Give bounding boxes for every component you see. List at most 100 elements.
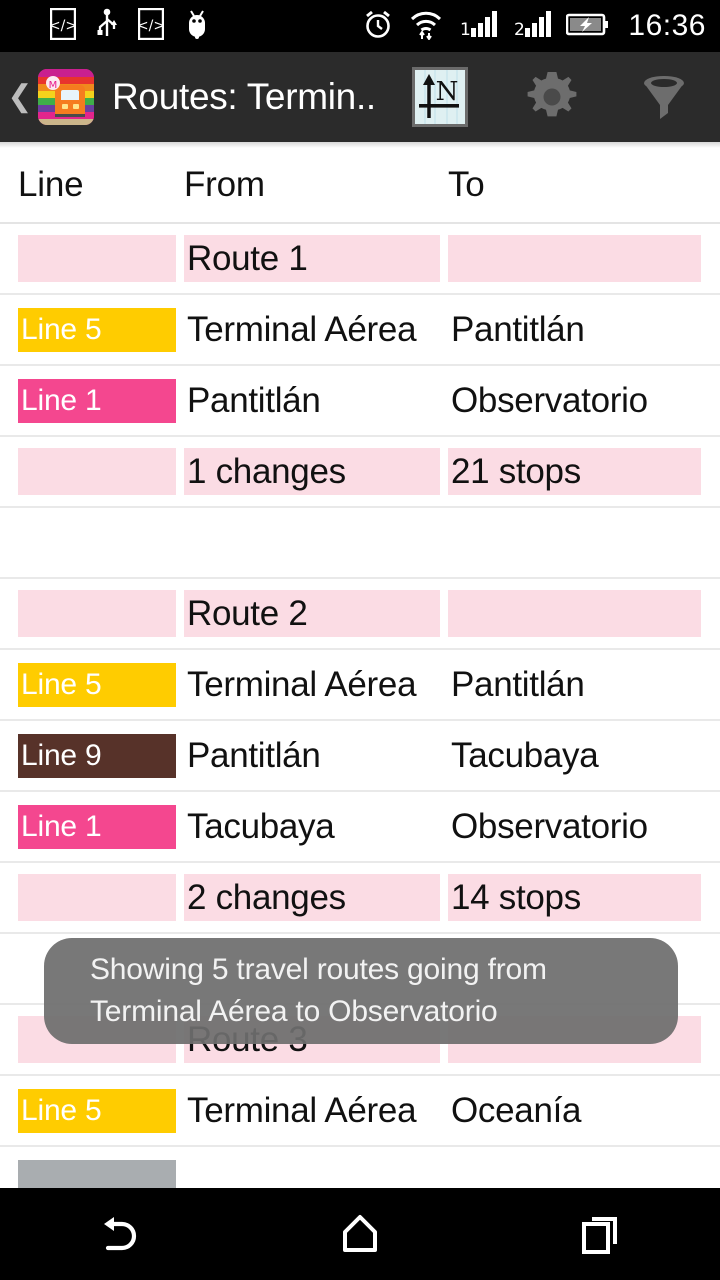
north-arrow-icon: N [412, 67, 468, 127]
cell-line-empty [18, 590, 176, 637]
table-header-row: Line From To [0, 148, 720, 224]
table-row[interactable]: Line 1 Tacubaya Observatorio [0, 792, 720, 863]
battery-charging-icon [566, 8, 610, 45]
cell-to: Observatorio [448, 803, 701, 850]
table-spacer-row [0, 508, 720, 579]
cell-line: Line 5 [18, 307, 176, 352]
toast-line-1: Showing 5 travel routes going from [90, 953, 547, 986]
line-badge [18, 1159, 176, 1188]
metro-train-app-icon[interactable]: M [38, 69, 94, 125]
table-row[interactable]: 1 changes 21 stops [0, 437, 720, 508]
cell-to [448, 235, 701, 282]
cell-from-text: Route 1 [184, 235, 440, 282]
filter-funnel-icon [644, 76, 684, 119]
cell-line [18, 448, 176, 495]
code-brackets-icon: </> [137, 7, 165, 45]
cell-to-text: Pantitlán [451, 664, 585, 704]
cell-line: Line 5 [18, 1088, 176, 1133]
cell-line-empty [18, 448, 176, 495]
line-badge: Line 5 [18, 662, 176, 707]
cell-to: Pantitlán [448, 661, 701, 708]
app-bar: ❮ M Routes: Termin.. N [0, 52, 720, 142]
settings-button[interactable] [496, 52, 608, 142]
cell-line: Line 1 [18, 804, 176, 849]
status-bar-clock: 16:36 [628, 9, 706, 42]
svg-text:M: M [49, 80, 58, 91]
cell-line [18, 235, 176, 282]
cell-from-text [184, 1158, 440, 1188]
cell-from: Terminal Aérea [184, 661, 440, 708]
signal-bars-2-icon: 2 [512, 8, 552, 45]
table-row[interactable]: Route 2 [0, 579, 720, 650]
cell-to: 14 stops [448, 874, 701, 921]
cell-line: Line 9 [18, 733, 176, 778]
cell-from: Terminal Aérea [184, 306, 440, 353]
cell-to-text [448, 1158, 701, 1188]
cell-line-empty [18, 874, 176, 921]
table-row[interactable] [0, 1147, 720, 1188]
toast-message: Showing 5 travel routes going from Termi… [44, 938, 678, 1044]
cell-to [448, 1158, 701, 1188]
signal-bars-1-icon: 1 [458, 8, 498, 45]
cell-to-text: Tacubaya [451, 735, 599, 775]
cell-from-text: Route 2 [184, 590, 440, 637]
cell-from-text: Pantitlán [187, 735, 321, 775]
wifi-icon [408, 8, 444, 45]
home-icon [343, 1215, 377, 1252]
nav-back-button[interactable] [60, 1188, 180, 1280]
cell-to-text: Observatorio [451, 380, 648, 420]
cell-from [184, 1158, 440, 1188]
cell-to: Tacubaya [448, 732, 701, 779]
back-button[interactable]: ❮ [0, 82, 34, 112]
cell-to: 21 stops [448, 448, 701, 495]
nav-home-button[interactable] [300, 1188, 420, 1280]
table-row[interactable]: Line 9 Pantitlán Tacubaya [0, 721, 720, 792]
table-row[interactable]: Line 1 Pantitlán Observatorio [0, 366, 720, 437]
cell-to-text: Pantitlán [451, 309, 585, 349]
line-badge: Line 1 [18, 378, 176, 423]
table-row[interactable]: Line 5 Terminal Aérea Pantitlán [0, 295, 720, 366]
table-row[interactable]: Line 5 Terminal Aérea Pantitlán [0, 650, 720, 721]
cell-line: Line 1 [18, 378, 176, 423]
cell-from: 2 changes [184, 874, 440, 921]
line-badge: Line 5 [18, 1088, 176, 1133]
status-bar: </> </> 1 2 16:36 [0, 0, 720, 52]
cell-from-text: Terminal Aérea [187, 664, 417, 704]
recents-icon [582, 1217, 617, 1254]
nav-recents-button[interactable] [540, 1188, 660, 1280]
cell-to-text [448, 590, 701, 637]
app-bar-actions: N [384, 52, 720, 142]
svg-text:1: 1 [460, 20, 471, 40]
cell-from-text: 1 changes [184, 448, 440, 495]
line-badge: Line 9 [18, 733, 176, 778]
svg-text:</>: </> [138, 18, 164, 34]
table-row[interactable]: 2 changes 14 stops [0, 863, 720, 934]
cell-from-text: Terminal Aérea [187, 1090, 417, 1130]
north-arrow-button[interactable]: N [384, 52, 496, 142]
table-row[interactable]: Route 1 [0, 224, 720, 295]
status-bar-left-icons: </> </> [0, 7, 210, 45]
cell-to-text: 14 stops [448, 874, 701, 921]
svg-text:</>: </> [50, 18, 76, 34]
cell-from-text: 2 changes [184, 874, 440, 921]
column-header-to: To [448, 165, 485, 204]
svg-text:2: 2 [514, 20, 525, 40]
cell-to-text: Observatorio [451, 806, 648, 846]
svg-text:N: N [436, 77, 459, 107]
cell-to [448, 590, 701, 637]
cell-from: Pantitlán [184, 732, 440, 779]
code-brackets-icon: </> [49, 7, 77, 45]
cell-from-text: Pantitlán [187, 380, 321, 420]
cell-to-text: Oceanía [451, 1090, 582, 1130]
app-root: </> </> 1 2 16:36 ❮ M Routes: Termin.. N… [0, 0, 720, 1280]
cell-to: Oceanía [448, 1087, 701, 1134]
gear-icon [527, 72, 577, 117]
column-header-line: Line [18, 165, 84, 204]
line-badge: Line 5 [18, 307, 176, 352]
filter-button[interactable] [608, 52, 720, 142]
back-arrow-icon [104, 1217, 137, 1251]
cell-from-text: Tacubaya [187, 806, 335, 846]
status-bar-right-icons: 1 2 16:36 [362, 8, 720, 45]
cell-from: Route 2 [184, 590, 440, 637]
table-row[interactable]: Line 5 Terminal Aérea Oceanía [0, 1076, 720, 1147]
